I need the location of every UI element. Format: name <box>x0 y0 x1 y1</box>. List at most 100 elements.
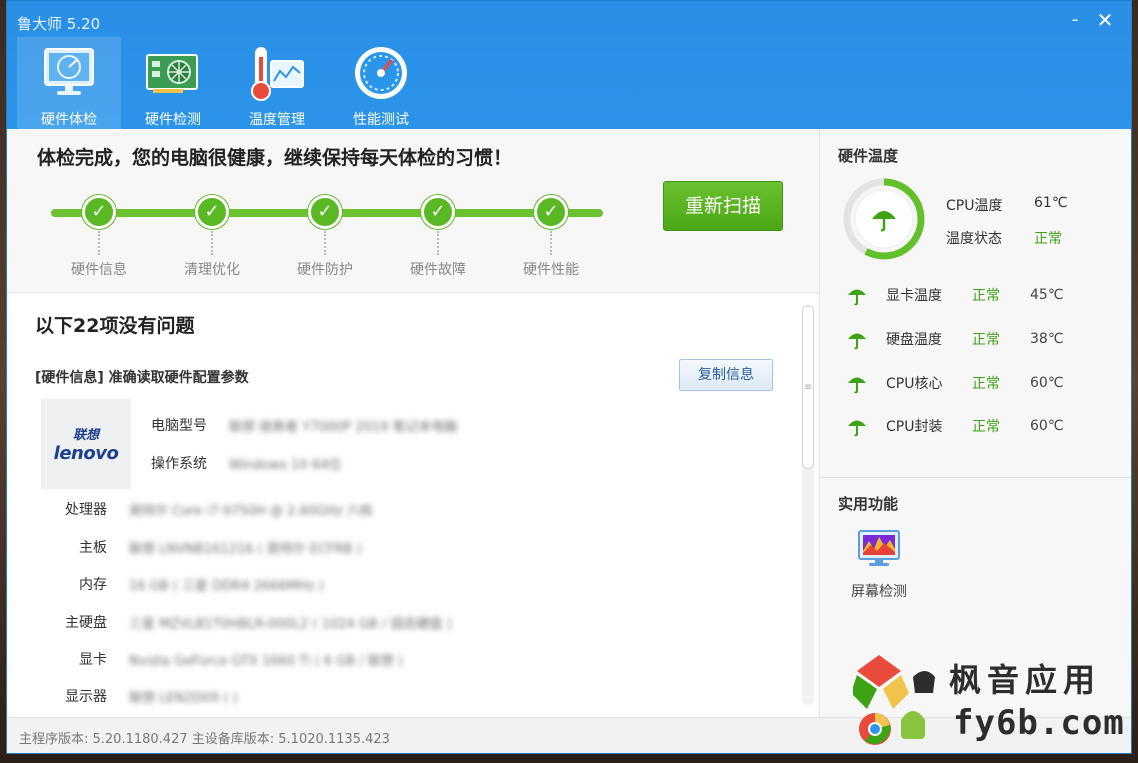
step-label: 硬件性能 <box>523 262 579 278</box>
check-icon: ✓ <box>195 195 229 229</box>
temp-value: 60℃ <box>1030 418 1064 434</box>
gpu-temp-row: 显卡温度 正常 45℃ <box>846 284 1064 306</box>
graphics-card-icon <box>146 54 198 93</box>
spec-value: Windows 10 64位 <box>229 457 342 473</box>
step-connector <box>98 231 100 255</box>
result-scrollbar[interactable]: ≡ <box>802 305 814 705</box>
tab-temperature[interactable]: 温度管理 <box>225 37 329 129</box>
spec-label: 操作系统 <box>151 456 207 472</box>
disk-temp-row: 硬盘温度 正常 38℃ <box>846 328 1064 350</box>
spec-label: 主板 <box>79 540 107 556</box>
tab-hardware-detect[interactable]: 硬件检测 <box>121 37 225 129</box>
spec-value: 联想 拯救者 Y7000P 2019 笔记本电脑 <box>229 419 458 435</box>
spec-motherboard: 主板 联想 LNVNB161216 ( 英特尔 ECFRB ) <box>79 537 362 557</box>
tab-performance[interactable]: 性能测试 <box>329 37 433 129</box>
screen-test-icon <box>858 530 900 566</box>
close-button[interactable]: ✕ <box>1093 9 1117 33</box>
temp-name: 硬盘温度 <box>886 332 942 348</box>
temp-value: 38℃ <box>1030 331 1064 347</box>
temp-status: 正常 <box>972 419 1000 435</box>
spec-graphics: 显卡 Nvidia GeForce GTX 1660 Ti ( 6 GB / 联… <box>79 649 403 669</box>
spec-value: 英特尔 Core i7-9750H @ 2.60GHz 六核 <box>129 503 373 519</box>
app-window: 鲁大师 5.20 - ✕ 硬件体检 硬件检测 温度管理 性能测试 体检完成，您的… <box>6 0 1132 754</box>
temp-value: 45℃ <box>1030 287 1064 303</box>
spec-cpu: 处理器 英特尔 Core i7-9750H @ 2.60GHz 六核 <box>65 499 373 519</box>
umbrella-icon <box>848 333 866 350</box>
rescan-button[interactable]: 重新扫描 <box>663 181 783 231</box>
cpu-temp-gauge <box>843 178 925 260</box>
spec-label: 主硬盘 <box>65 615 107 631</box>
step-connector <box>437 231 439 255</box>
lenovo-logo: 联想 lenovo <box>41 399 131 489</box>
temp-state-value: 正常 <box>1034 231 1062 247</box>
step-hardware-info: ✓ 硬件信息 <box>49 195 149 279</box>
monitor-radar-icon <box>44 48 94 95</box>
logo-text-en: lenovo <box>53 443 119 464</box>
tools-header: 实用功能 <box>838 495 899 513</box>
spec-label: 电脑型号 <box>151 418 207 434</box>
result-list: 以下22项没有问题 [硬件信息] 准确读取硬件配置参数 复制信息 联想 leno… <box>7 293 819 717</box>
step-label: 硬件防护 <box>297 262 353 278</box>
step-faults: ✓ 硬件故障 <box>388 195 488 279</box>
step-label: 硬件故障 <box>410 262 466 278</box>
tab-label: 硬件检测 <box>145 112 201 128</box>
spec-value: 联想 LNVNB161216 ( 英特尔 ECFRB ) <box>129 541 362 557</box>
spec-value: Nvidia GeForce GTX 1660 Ti ( 6 GB / 联想 ) <box>129 653 403 669</box>
umbrella-icon <box>848 420 866 437</box>
spec-label: 内存 <box>79 577 107 593</box>
app-title: 鲁大师 5.20 <box>17 15 101 33</box>
tab-label: 性能测试 <box>353 112 409 128</box>
temp-name: CPU核心 <box>886 376 943 392</box>
cpu-temp-value: 61℃ <box>1034 195 1068 211</box>
result-title: 以下22项没有问题 <box>35 315 195 337</box>
main-panel: 体检完成，您的电脑很健康，继续保持每天体检的习惯！ ✓ 硬件信息 ✓ 清理优化 … <box>7 129 819 717</box>
minimize-button[interactable]: - <box>1063 9 1087 33</box>
cpu-temp-label: CPU温度 <box>946 198 1003 214</box>
temp-value: 60℃ <box>1030 375 1064 391</box>
step-connector <box>550 231 552 255</box>
tab-label: 硬件体检 <box>41 112 97 128</box>
spec-value: 16 GB ( 三星 DDR4 2666MHz ) <box>129 578 324 594</box>
scrollbar-thumb[interactable]: ≡ <box>802 305 814 469</box>
step-label: 清理优化 <box>184 262 240 278</box>
step-label: 硬件信息 <box>71 262 127 278</box>
grip-icon: ≡ <box>804 382 813 393</box>
cpu-package-temp-row: CPU封装 正常 60℃ <box>846 415 1064 437</box>
main-nav: 硬件体检 硬件检测 温度管理 性能测试 <box>17 37 433 129</box>
spec-label: 显示器 <box>65 689 107 705</box>
tab-hardware-checkup[interactable]: 硬件体检 <box>17 37 121 129</box>
temp-state-label: 温度状态 <box>946 231 1002 247</box>
speedometer-icon <box>355 47 407 99</box>
tool-label: 屏幕检测 <box>851 584 907 600</box>
temp-status: 正常 <box>972 288 1000 304</box>
cpu-core-temp-row: CPU核心 正常 60℃ <box>846 372 1064 394</box>
copy-info-button[interactable]: 复制信息 <box>679 359 773 391</box>
check-icon: ✓ <box>308 195 342 229</box>
scan-title: 体检完成，您的电脑很健康，继续保持每天体检的习惯！ <box>37 147 513 169</box>
logo-text-cn: 联想 <box>72 428 99 443</box>
check-icon: ✓ <box>534 195 568 229</box>
temp-name: 显卡温度 <box>886 288 942 304</box>
spec-memory: 内存 16 GB ( 三星 DDR4 2666MHz ) <box>79 574 324 594</box>
spec-value: 联想 LEN2D09 ( ) <box>129 690 238 706</box>
section-title: [硬件信息] 准确读取硬件配置参数 <box>35 370 249 386</box>
spec-main-disk: 主硬盘 三星 MZVLB1T0HBLR-000L2 ( 1024 GB / 固态… <box>65 612 452 632</box>
spec-os: 操作系统 Windows 10 64位 <box>151 453 341 473</box>
spec-value: 三星 MZVLB1T0HBLR-000L2 ( 1024 GB / 固态硬盘 ) <box>129 616 452 632</box>
panel-divider <box>820 477 1131 478</box>
side-panel: 硬件温度 CPU温度 61℃ 温度状态 正常 显卡温度 正常 45℃ 硬盘温度 … <box>819 129 1131 717</box>
status-bar: 主程序版本: 5.20.1180.427 主设备库版本: 5.1020.1135… <box>7 717 1131 753</box>
screen-test-tool[interactable]: 屏幕检测 <box>846 529 912 601</box>
step-connector <box>324 231 326 255</box>
umbrella-icon <box>848 377 866 394</box>
spec-label: 显卡 <box>79 652 107 668</box>
umbrella-icon <box>848 289 866 306</box>
version-info: 主程序版本: 5.20.1180.427 主设备库版本: 5.1020.1135… <box>19 732 390 747</box>
temps-header: 硬件温度 <box>838 147 899 165</box>
spec-computer-model: 电脑型号 联想 拯救者 Y7000P 2019 笔记本电脑 <box>151 415 457 435</box>
step-connector <box>211 231 213 255</box>
step-cleanup: ✓ 清理优化 <box>162 195 262 279</box>
step-performance: ✓ 硬件性能 <box>501 195 601 279</box>
check-icon: ✓ <box>82 195 116 229</box>
temp-status: 正常 <box>972 332 1000 348</box>
